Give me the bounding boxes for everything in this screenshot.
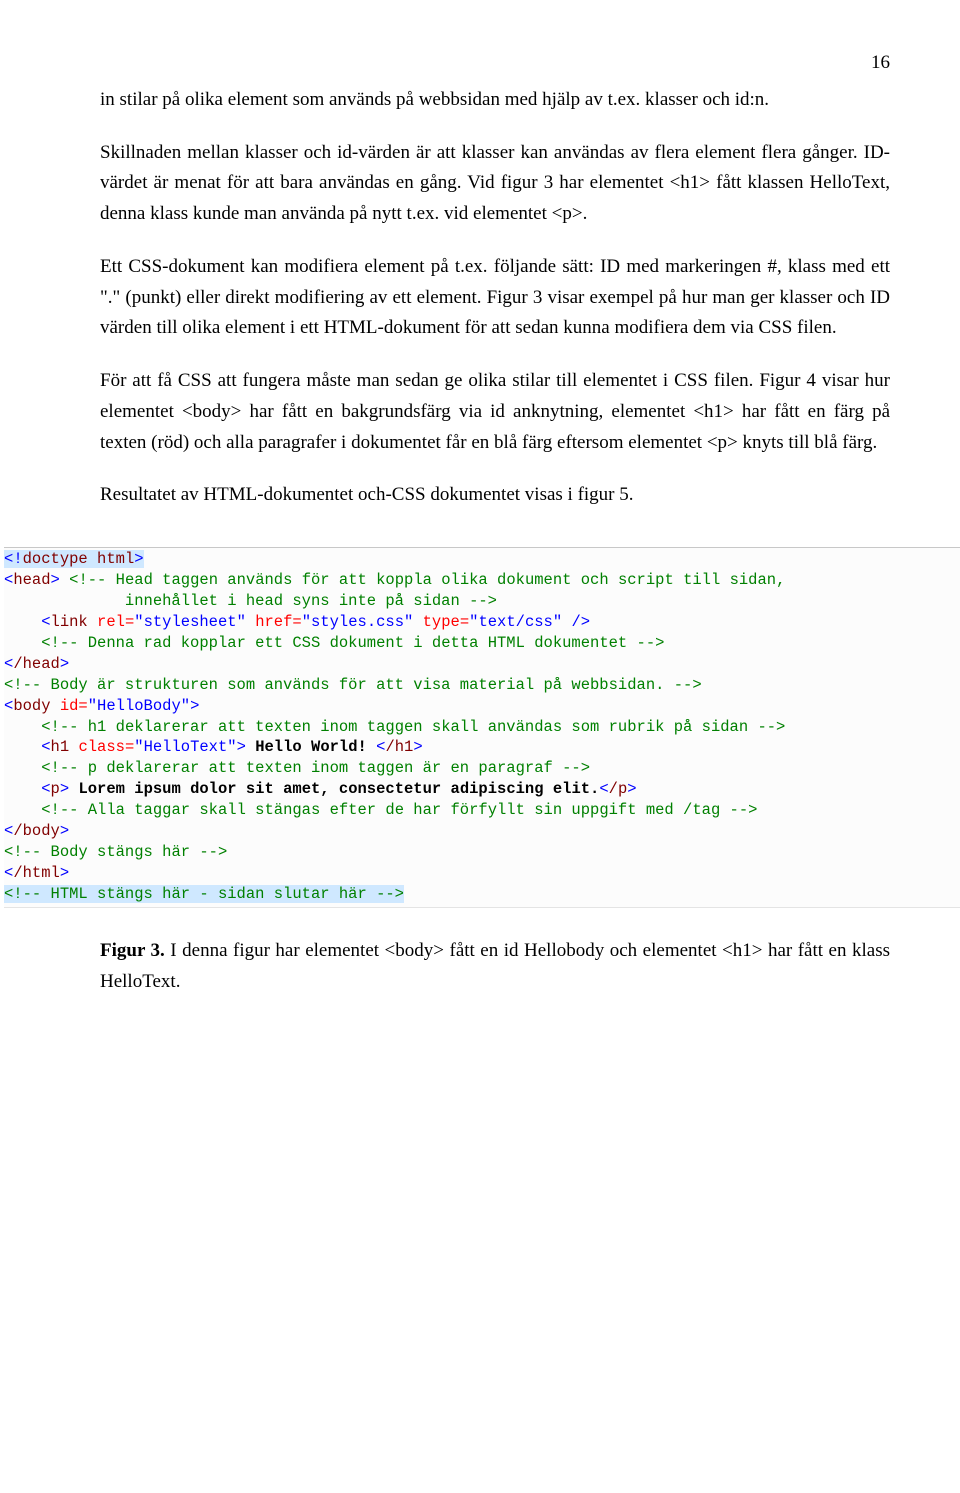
code-figure: <!doctype html> <head> <!-- Head taggen … <box>4 547 960 908</box>
figure-caption-text: I denna figur har elementet <body> fått … <box>100 940 890 992</box>
paragraph-2: Skillnaden mellan klasser och id-värden … <box>100 138 890 230</box>
figure-label: Figur 3. <box>100 940 165 961</box>
paragraph-5: Resultatet av HTML-dokumentet och-CSS do… <box>100 480 890 511</box>
paragraph-1: in stilar på olika element som används p… <box>100 85 890 116</box>
paragraph-4: För att få CSS att fungera måste man sed… <box>100 366 890 458</box>
paragraph-3: Ett CSS-dokument kan modifiera element p… <box>100 252 890 344</box>
page-number: 16 <box>100 48 890 79</box>
figure-caption: Figur 3. I denna figur har elementet <bo… <box>100 936 890 998</box>
